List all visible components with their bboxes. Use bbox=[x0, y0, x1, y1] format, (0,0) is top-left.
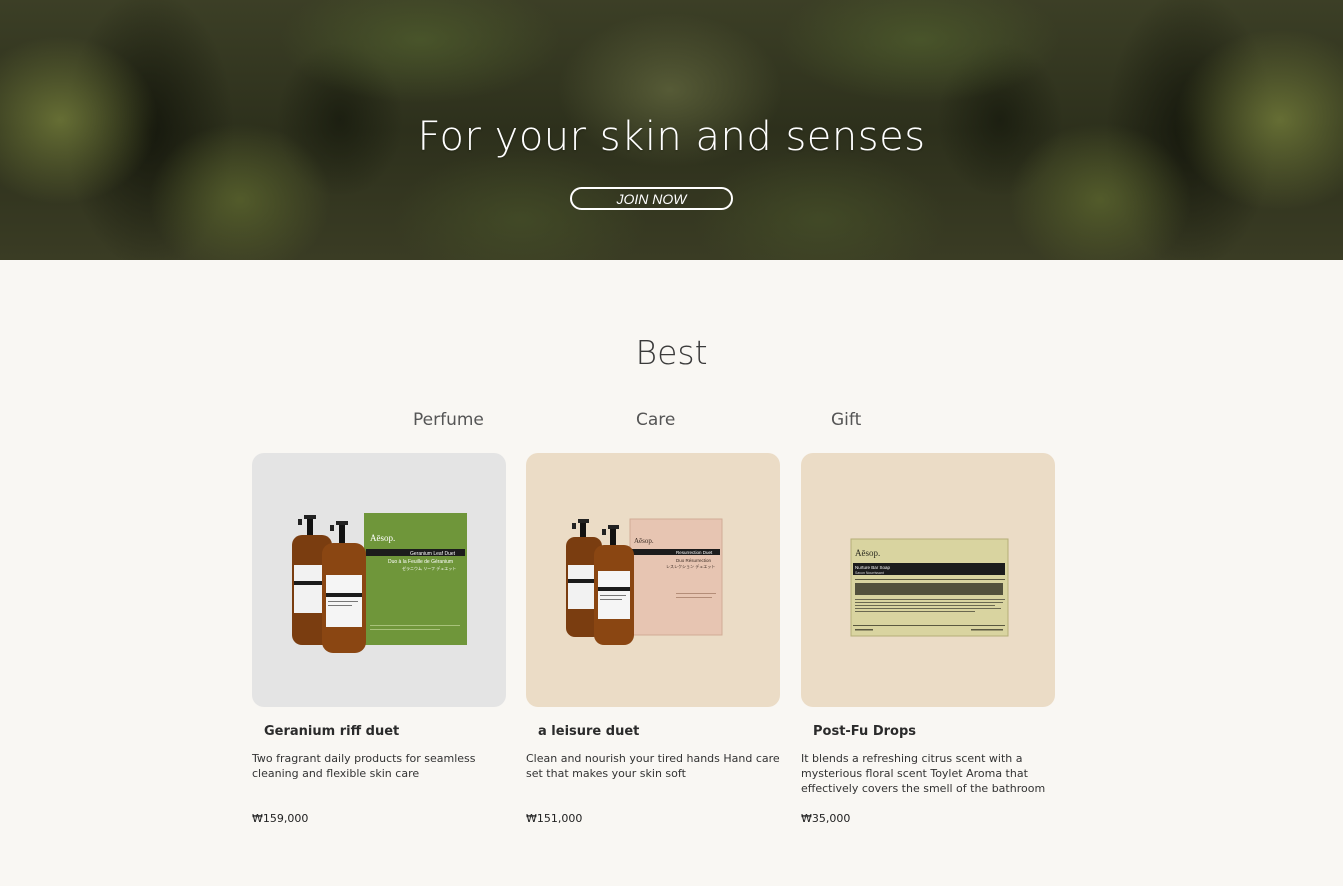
tab-perfume[interactable]: Perfume bbox=[413, 408, 484, 432]
box-subtitle: Duo à la Feuille de Géranium bbox=[388, 559, 453, 565]
brand-logo: Aēsop. bbox=[634, 537, 654, 545]
hero-title: For your skin and senses bbox=[417, 114, 926, 160]
tab-care[interactable]: Care bbox=[636, 408, 675, 432]
box-label: Geranium Leaf Duet bbox=[410, 551, 456, 557]
product-name[interactable]: a leisure duet bbox=[538, 723, 639, 741]
box-label: Resurrection Duet bbox=[676, 550, 713, 555]
box-subtitle: Duo Résurrection bbox=[676, 558, 712, 563]
product-photo-resurrection: Aēsop. Resurrection Duet Duo Résurrectio… bbox=[566, 518, 723, 645]
brand-logo: Aēsop. bbox=[855, 548, 880, 558]
product-image[interactable]: Aēsop. Geranium Leaf Duet Duo à la Feuil… bbox=[252, 453, 506, 707]
product-description: Clean and nourish your tired hands Hand … bbox=[526, 752, 780, 780]
brand-logo: Aēsop. bbox=[370, 533, 395, 543]
join-now-button[interactable]: JOIN NOW bbox=[570, 187, 733, 210]
product-name[interactable]: Post-Fu Drops bbox=[813, 723, 916, 741]
product-card[interactable]: Aēsop. Nurture Bar Soap Savon Nourrissan… bbox=[801, 453, 1055, 825]
product-photo-geranium: Aēsop. Geranium Leaf Duet Duo à la Feuil… bbox=[292, 513, 467, 653]
product-photo-soap: Aēsop. Nurture Bar Soap Savon Nourrissan… bbox=[850, 538, 1009, 637]
product-description: Two fragrant daily products for seamless… bbox=[252, 752, 476, 780]
box-subtitle-ja: レスレクション デュエット bbox=[666, 563, 715, 569]
product-price: ₩35,000 bbox=[801, 812, 851, 825]
box-subtitle-ja: ゼラニウム リーフ デュエット bbox=[402, 565, 456, 571]
product-name[interactable]: Geranium riff duet bbox=[264, 723, 399, 741]
product-card[interactable]: Aēsop. Geranium Leaf Duet Duo à la Feuil… bbox=[252, 453, 506, 825]
product-price: ₩151,000 bbox=[526, 812, 583, 825]
box-label: Nurture Bar Soap bbox=[855, 565, 891, 570]
product-price: ₩159,000 bbox=[252, 812, 309, 825]
product-image[interactable]: Aēsop. Nurture Bar Soap Savon Nourrissan… bbox=[801, 453, 1055, 707]
product-card[interactable]: Aēsop. Resurrection Duet Duo Résurrectio… bbox=[526, 453, 780, 825]
box-subtitle: Savon Nourrissant bbox=[855, 571, 884, 575]
section-title: Best bbox=[635, 333, 708, 372]
product-image[interactable]: Aēsop. Resurrection Duet Duo Résurrectio… bbox=[526, 453, 780, 707]
hero-banner: For your skin and senses JOIN NOW bbox=[0, 0, 1343, 260]
tab-gift[interactable]: Gift bbox=[831, 408, 861, 432]
product-description: It blends a refreshing citrus scent with… bbox=[801, 752, 1046, 795]
